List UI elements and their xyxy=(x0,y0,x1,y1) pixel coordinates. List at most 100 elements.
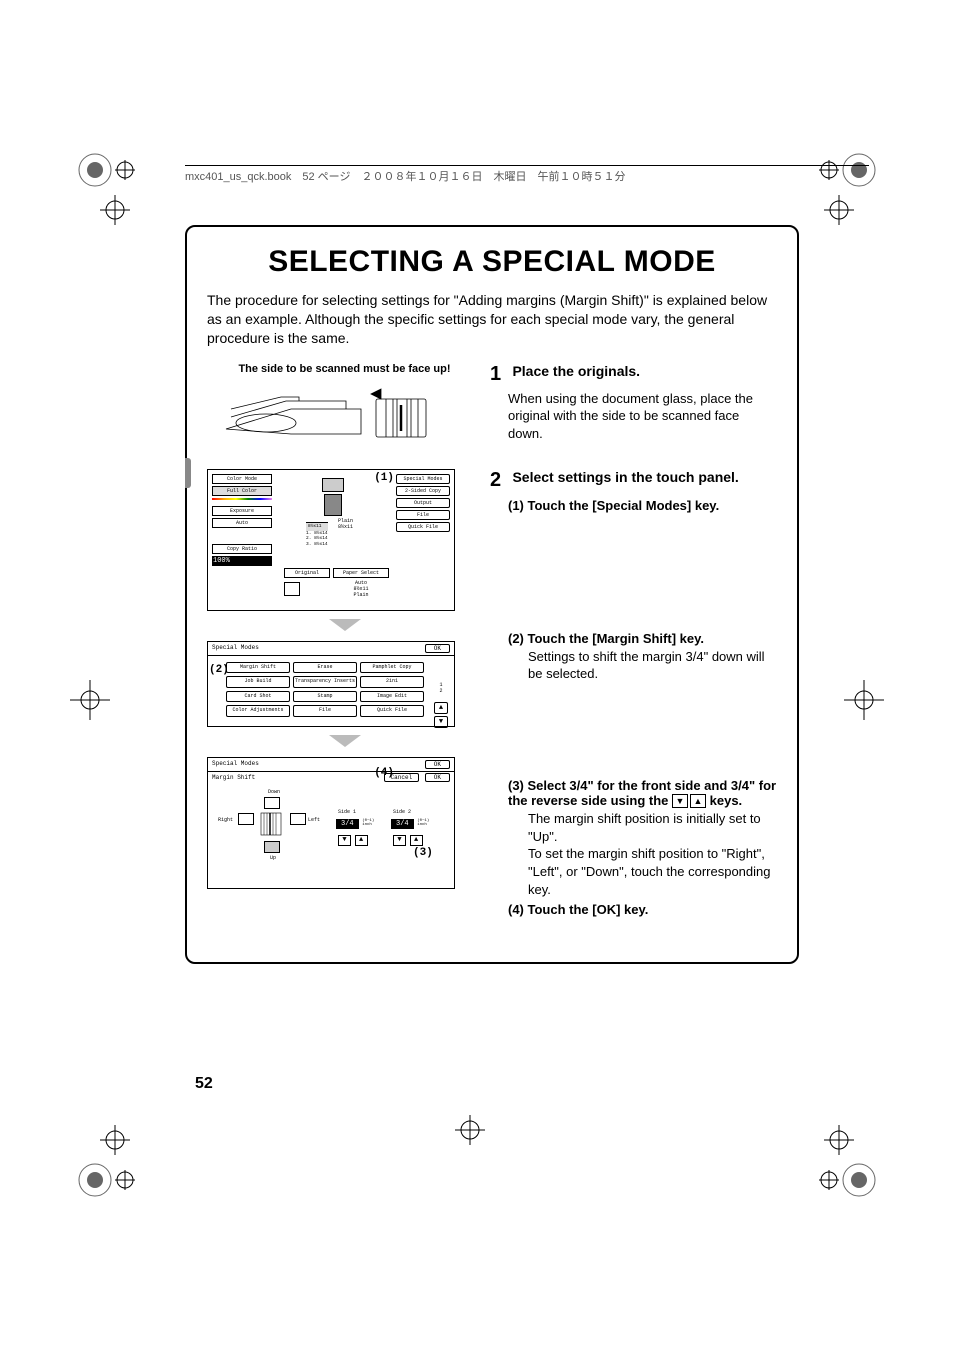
left-label: Left xyxy=(308,817,320,823)
color-adjustments-button[interactable]: Color Adjustments xyxy=(226,705,290,717)
side-1-value: 3/4 xyxy=(336,819,359,829)
scroll-down-button[interactable]: ▼ xyxy=(434,716,448,728)
substep-4-text: Touch the [OK] key. xyxy=(528,902,649,917)
pamphlet-copy-button[interactable]: Pamphlet Copy xyxy=(360,662,424,674)
callout-4: (4) xyxy=(374,767,394,779)
preview-page-icon xyxy=(322,478,344,492)
right-label: Right xyxy=(218,817,233,823)
side-2-value: 3/4 xyxy=(391,819,414,829)
crop-mark-icon xyxy=(834,670,894,730)
substep-4-number: (4) xyxy=(508,902,524,917)
down-arrow-icon xyxy=(329,735,361,747)
two-in-one-button[interactable]: 2in1 xyxy=(360,676,424,688)
quick-file-button[interactable]: Quick File xyxy=(360,705,424,717)
tray-1-label: 8½x11 xyxy=(306,522,328,531)
ok-button[interactable]: OK xyxy=(425,760,450,769)
scanner-diagram xyxy=(221,379,469,451)
crop-mark-icon xyxy=(450,1110,490,1150)
updown-keys-icon: ▼▲ xyxy=(672,794,706,808)
page-title: SELECTING A SPECIAL MODE xyxy=(207,245,777,279)
paper-select-button[interactable]: Paper Select xyxy=(333,568,389,578)
side-2-label: Side 2 xyxy=(393,809,411,815)
scanner-caption: The side to be scanned must be face up! xyxy=(207,363,482,375)
crop-mark-icon xyxy=(819,190,859,230)
substep-3-text-b: keys. xyxy=(706,793,742,808)
exposure-label: Exposure xyxy=(212,506,272,516)
increase-button[interactable]: ▲ xyxy=(410,835,423,846)
crop-mark-icon xyxy=(60,670,120,730)
direction-up-button[interactable] xyxy=(264,841,280,853)
range-label: (0~1) inch xyxy=(417,819,429,827)
page-indicator: 1 2 xyxy=(434,682,448,694)
substep-1-number: (1) xyxy=(508,498,524,513)
quick-file-button[interactable]: Quick File xyxy=(396,522,450,532)
step-2-heading: Select settings in the touch panel. xyxy=(512,469,738,485)
card-shot-button[interactable]: Card Shot xyxy=(226,691,290,703)
touchscreen-special-modes: Special Modes OK (2) Margin Shift Erase … xyxy=(207,641,455,727)
direction-right-button[interactable] xyxy=(238,813,254,825)
paper-plain-label: Plain xyxy=(346,592,376,598)
substep-2-desc: Settings to shift the margin 3/4" down w… xyxy=(528,648,777,683)
margin-shift-button[interactable]: Margin Shift xyxy=(226,662,290,674)
substep-2-number: (2) xyxy=(508,631,524,646)
stamp-button[interactable]: Stamp xyxy=(293,691,357,703)
page-number: 52 xyxy=(195,1075,213,1093)
color-bar-icon xyxy=(212,498,272,500)
full-color-button[interactable]: Full Color xyxy=(212,486,272,496)
decrease-button[interactable]: ▼ xyxy=(393,835,406,846)
content-frame: SELECTING A SPECIAL MODE The procedure f… xyxy=(185,225,799,964)
page-margin-icon xyxy=(256,811,286,837)
erase-button[interactable]: Erase xyxy=(293,662,357,674)
down-arrow-icon xyxy=(329,619,361,631)
job-build-button[interactable]: Job Build xyxy=(226,676,290,688)
original-button[interactable]: Original xyxy=(284,568,330,578)
tray-4-label: 3. 8½x14 xyxy=(306,542,328,548)
decrease-button[interactable]: ▼ xyxy=(338,835,351,846)
crop-mark-icon xyxy=(95,1120,135,1160)
increase-button[interactable]: ▲ xyxy=(355,835,368,846)
ok-button[interactable]: OK xyxy=(425,644,450,653)
special-modes-header: Special Modes xyxy=(212,644,259,653)
callout-2: (2) xyxy=(209,664,229,676)
copy-ratio-label: Copy Ratio xyxy=(212,544,272,554)
callout-1: (1) xyxy=(374,472,394,484)
intro-text: The procedure for selecting settings for… xyxy=(207,291,777,348)
step-1-body: When using the document glass, place the… xyxy=(508,390,777,443)
ok-button[interactable]: OK xyxy=(425,773,450,782)
range-label: (0~1) inch xyxy=(362,819,374,827)
transparency-inserts-button[interactable]: Transparency Inserts xyxy=(293,676,357,688)
file-button[interactable]: File xyxy=(396,510,450,520)
color-mode-label: Color Mode xyxy=(212,474,272,484)
direction-down-button[interactable] xyxy=(264,797,280,809)
crop-mark-icon xyxy=(95,190,135,230)
substep-2-text: Touch the [Margin Shift] key. xyxy=(528,631,704,646)
substep-1-text: Touch the [Special Modes] key. xyxy=(528,498,720,513)
side-1-label: Side 1 xyxy=(338,809,356,815)
original-icon xyxy=(284,582,300,596)
direction-left-button[interactable] xyxy=(290,813,306,825)
special-modes-button[interactable]: Special Modes xyxy=(396,474,450,484)
image-edit-button[interactable]: Image Edit xyxy=(360,691,424,703)
special-modes-header: Special Modes xyxy=(212,760,259,769)
copy-ratio-value: 100% xyxy=(212,556,272,566)
margin-shift-header: Margin Shift xyxy=(212,774,255,781)
page-tab-icon xyxy=(185,458,191,488)
two-sided-copy-button[interactable]: 2-Sided Copy xyxy=(396,486,450,496)
touchscreen-margin-shift: Special Modes OK Margin Shift Cancel OK … xyxy=(207,757,455,889)
plain-size-label: 8½x11 xyxy=(338,524,353,530)
file-button[interactable]: File xyxy=(293,705,357,717)
up-label: Up xyxy=(270,855,276,861)
down-label: Down xyxy=(268,789,280,795)
output-button[interactable]: Output xyxy=(396,498,450,508)
step-2-number: 2 xyxy=(490,469,508,492)
substep-3-number: (3) xyxy=(508,778,524,793)
scroll-up-button[interactable]: ▲ xyxy=(434,702,448,714)
print-header: mxc401_us_qck.book 52 ページ ２００８年１０月１６日 木曜… xyxy=(185,165,869,184)
step-1-heading: Place the originals. xyxy=(512,363,640,379)
preview-page-icon xyxy=(324,494,342,516)
step-1-number: 1 xyxy=(490,363,508,386)
callout-3: (3) xyxy=(413,847,433,859)
crop-mark-icon xyxy=(819,1120,859,1160)
exposure-auto-button[interactable]: Auto xyxy=(212,518,272,528)
substep-3-desc: The margin shift position is initially s… xyxy=(528,810,777,898)
